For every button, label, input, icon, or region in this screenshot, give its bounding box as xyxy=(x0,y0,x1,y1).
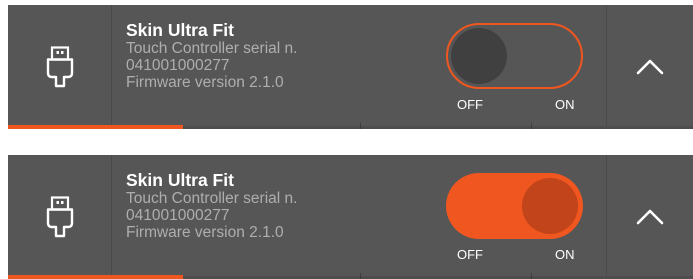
chevron-up-icon xyxy=(636,209,664,225)
device-panel: Skin Ultra Fit Touch Controller serial n… xyxy=(8,155,693,279)
device-info: Skin Ultra Fit Touch Controller serial n… xyxy=(126,20,446,92)
power-toggle[interactable] xyxy=(446,173,583,239)
firmware-version: Firmware version 2.1.0 xyxy=(126,224,284,241)
progress-active xyxy=(8,275,183,279)
off-label: OFF xyxy=(457,97,483,112)
firmware-version: Firmware version 2.1.0 xyxy=(126,74,284,91)
collapse-button[interactable] xyxy=(607,5,693,129)
device-title: Skin Ultra Fit xyxy=(126,20,234,40)
power-toggle[interactable] xyxy=(446,23,583,89)
device-info: Skin Ultra Fit Touch Controller serial n… xyxy=(126,170,446,242)
divider-tick xyxy=(531,273,532,279)
device-title: Skin Ultra Fit xyxy=(126,170,234,190)
divider-tick xyxy=(360,123,361,129)
on-label: ON xyxy=(555,247,575,262)
divider xyxy=(111,5,112,129)
toggle-knob xyxy=(522,178,578,234)
divider-tick xyxy=(360,273,361,279)
usb-icon xyxy=(8,5,111,129)
usb-icon xyxy=(8,155,111,279)
off-label: OFF xyxy=(457,247,483,262)
collapse-button[interactable] xyxy=(607,155,693,279)
serial-label: Touch Controller serial n. xyxy=(126,40,298,57)
progress-active xyxy=(8,125,183,129)
serial-number: 041001000277 xyxy=(126,57,230,74)
divider-tick xyxy=(531,123,532,129)
device-panel: Skin Ultra Fit Touch Controller serial n… xyxy=(8,5,693,129)
divider xyxy=(111,155,112,279)
serial-label: Touch Controller serial n. xyxy=(126,190,298,207)
chevron-up-icon xyxy=(636,59,664,75)
serial-number: 041001000277 xyxy=(126,207,230,224)
on-label: ON xyxy=(555,97,575,112)
toggle-knob xyxy=(451,28,507,84)
